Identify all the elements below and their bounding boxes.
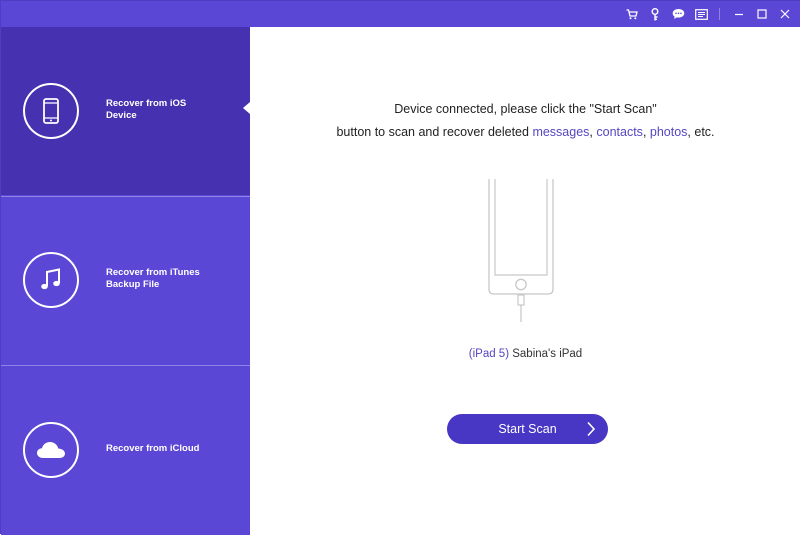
minimize-icon[interactable] [729, 4, 749, 24]
instruction-line1: Device connected, please click the "Star… [394, 102, 657, 116]
menu-icon[interactable] [691, 4, 711, 24]
title-bar [1, 1, 800, 27]
sidebar-label-line1: Recover from iTunes [106, 267, 200, 278]
start-scan-label: Start Scan [498, 422, 557, 436]
instruction-line2: button to scan and recover deleted messa… [250, 124, 800, 140]
main-panel: Device connected, please click the "Star… [250, 27, 800, 535]
sidebar-label-line1: Recover from iOS [106, 98, 187, 109]
key-icon[interactable] [645, 4, 665, 24]
photos-link[interactable]: photos [650, 125, 688, 139]
cloud-icon [23, 422, 79, 478]
cart-icon[interactable] [622, 4, 642, 24]
sidebar-item-label: Recover from iCloud [106, 443, 226, 455]
title-bar-separator [719, 8, 720, 20]
sidebar: Recover from iOS Device Recover from iTu… [1, 27, 250, 535]
sidebar-item-label: Recover from iOS Device [106, 98, 226, 122]
sidebar-label-line2: Device [106, 110, 137, 121]
sidebar-label-line1: Recover from iCloud [106, 443, 200, 454]
messages-link[interactable]: messages [532, 125, 589, 139]
chat-icon[interactable] [668, 4, 688, 24]
phone-icon [23, 83, 79, 139]
device-illustration [488, 179, 554, 322]
contacts-link[interactable]: contacts [596, 125, 643, 139]
music-note-icon [23, 252, 79, 308]
instruction-prefix: button to scan and recover deleted [336, 125, 533, 139]
start-scan-button[interactable]: Start Scan [447, 414, 608, 444]
maximize-icon[interactable] [752, 4, 772, 24]
title-bar-controls [619, 1, 795, 27]
sidebar-item-itunes-backup[interactable]: Recover from iTunes Backup File [1, 196, 250, 365]
device-model: (iPad 5) [468, 348, 510, 360]
connected-device-label: (iPad 5) Sabina's iPad [250, 348, 800, 360]
instruction-separator: , [642, 125, 650, 139]
instruction-suffix: , etc. [687, 125, 715, 139]
sidebar-label-line2: Backup File [106, 279, 160, 290]
sidebar-item-icloud[interactable]: Recover from iCloud [1, 365, 250, 534]
close-icon[interactable] [775, 4, 795, 24]
chevron-right-icon [587, 421, 596, 437]
active-pointer [243, 102, 250, 114]
sidebar-item-ios-device[interactable]: Recover from iOS Device [1, 27, 250, 195]
app-window: Recover from iOS Device Recover from iTu… [0, 0, 800, 535]
sidebar-item-label: Recover from iTunes Backup File [106, 267, 226, 291]
device-name: Sabina's iPad [509, 348, 583, 360]
